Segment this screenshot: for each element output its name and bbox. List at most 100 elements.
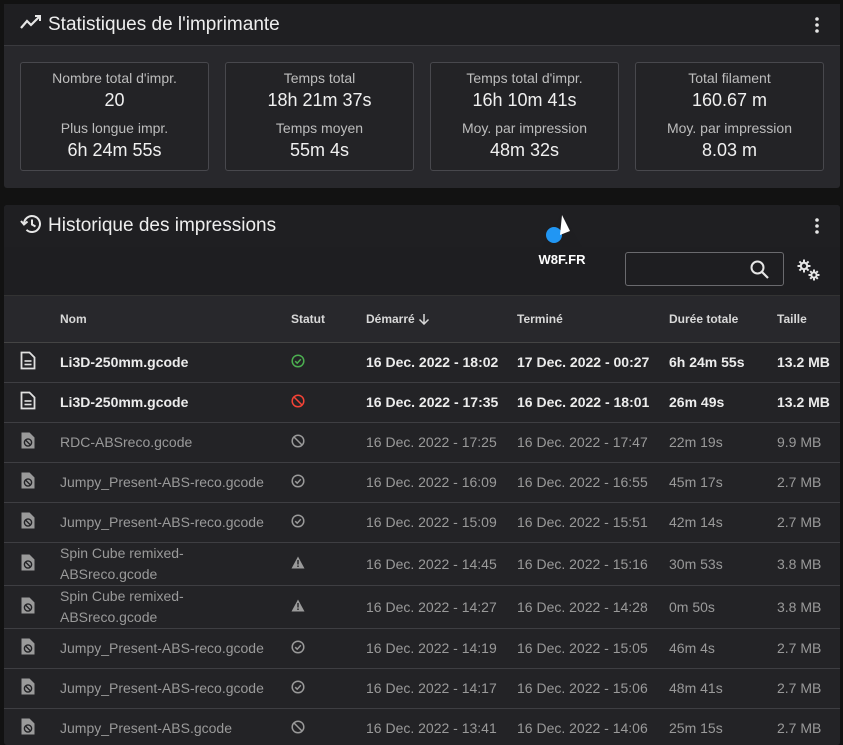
row-duration: 22m 19s [669,422,777,463]
row-started: 16 Dec. 2022 - 14:17 [366,668,517,709]
row-duration: 25m 15s [669,708,777,745]
printer-stats-panel: Statistiques de l'imprimante Nombre tota… [4,4,840,188]
stat-card-total-time: Temps total 18h 21m 37s Temps moyen 55m … [225,62,414,171]
row-size: 2.7 MB [777,462,840,503]
row-size: 3.8 MB [777,542,840,586]
file-cancel-icon [20,597,36,618]
row-started: 16 Dec. 2022 - 17:25 [366,422,517,463]
w8f-logo-icon [542,213,582,247]
check-circle-icon [291,513,305,531]
stat-label: Temps moyen [275,120,364,136]
column-header-size[interactable]: Taille [777,296,840,343]
row-status [291,502,366,543]
history-icon [20,214,42,239]
column-header-status[interactable]: Statut [291,296,366,343]
table-row[interactable]: Jumpy_Present-ABS-reco.gcode 16 Dec. 2022… [4,668,840,709]
column-header-name[interactable]: Nom [60,296,291,343]
table-header-row: Nom Statut Démarré Terminé Durée totale … [4,296,840,343]
row-name: Li3D-250mm.gcode [60,382,291,423]
stat-card-prints: Nombre total d'impr. 20 Plus longue impr… [20,62,209,171]
row-name: Jumpy_Present-ABS-reco.gcode [60,502,291,543]
row-name: Jumpy_Present-ABS-reco.gcode [60,668,291,709]
table-row[interactable]: Jumpy_Present-ABS-reco.gcode 16 Dec. 2022… [4,502,840,543]
row-name: Spin Cube remixed- ABSreco.gcode [60,585,291,629]
stat-value: 55m 4s [289,140,350,160]
stat-label: Nombre total d'impr. [52,70,177,86]
history-search[interactable] [625,252,784,286]
settings-gears-icon[interactable] [796,258,822,287]
stats-menu-icon[interactable] [808,14,826,36]
row-started: 16 Dec. 2022 - 15:09 [366,502,517,543]
file-cancel-icon [20,718,36,739]
row-size: 3.8 MB [777,585,840,629]
table-row[interactable]: Spin Cube remixed- ABSreco.gcode 16 Dec. … [4,542,840,586]
row-file-icon-cell [4,585,60,629]
row-name: Li3D-250mm.gcode [60,342,291,383]
column-header-started[interactable]: Démarré [366,296,517,343]
stat-value: 160.67 m [691,90,768,110]
search-icon[interactable] [750,260,769,284]
table-row[interactable]: Jumpy_Present-ABS.gcode 16 Dec. 2022 - 13… [4,708,840,745]
column-header-ended[interactable]: Terminé [517,296,669,343]
column-header-duration[interactable]: Durée totale [669,296,777,343]
row-duration: 0m 50s [669,585,777,629]
stat-label: Plus longue impr. [60,120,169,136]
row-ended: 16 Dec. 2022 - 15:16 [517,542,669,586]
stat-label: Temps total d'impr. [466,70,583,86]
file-cancel-icon [20,472,36,493]
table-row[interactable]: Li3D-250mm.gcode 16 Dec. 2022 - 18:02 17 D… [4,342,840,383]
row-name: Jumpy_Present-ABS-reco.gcode [60,462,291,503]
row-file-icon-cell [4,502,60,543]
icon-column-header [4,296,60,343]
cancelled-circle-icon [291,433,305,451]
table-row[interactable]: Li3D-250mm.gcode 16 Dec. 2022 - 17:35 16 D… [4,382,840,423]
file-document-icon [20,351,36,373]
table-row[interactable]: Jumpy_Present-ABS-reco.gcode 16 Dec. 2022… [4,628,840,669]
stat-value: 16h 10m 41s [472,90,577,110]
stats-title: Statistiques de l'imprimante [48,13,280,35]
row-ended: 17 Dec. 2022 - 00:27 [517,342,669,383]
row-duration: 30m 53s [669,542,777,586]
row-ended: 16 Dec. 2022 - 15:51 [517,502,669,543]
row-started: 16 Dec. 2022 - 14:45 [366,542,517,586]
file-cancel-icon [20,638,36,659]
history-title: Historique des impressions [48,215,277,236]
row-file-icon-cell [4,342,60,383]
row-size: 13.2 MB [777,342,840,383]
sort-down-arrow-icon [419,313,430,325]
row-size: 2.7 MB [777,502,840,543]
stat-value: 18h 21m 37s [267,90,372,110]
row-file-icon-cell [4,462,60,503]
table-row[interactable]: RDC-ABSreco.gcode 16 Dec. 2022 - 17:25 16 … [4,422,840,463]
check-circle-icon [291,473,305,491]
history-toolbar: W8F.FR [4,213,840,296]
chart-line-icon [20,14,42,35]
search-input[interactable] [634,253,748,285]
row-file-icon-cell [4,628,60,669]
row-started: 16 Dec. 2022 - 18:02 [366,342,517,383]
history-menu-icon[interactable] [808,215,826,237]
stat-label: Total filament [688,70,771,86]
row-size: 2.7 MB [777,628,840,669]
row-started: 16 Dec. 2022 - 13:41 [366,708,517,745]
row-ended: 16 Dec. 2022 - 15:06 [517,668,669,709]
row-size: 9.9 MB [777,422,840,463]
column-header-started-label: Démarré [366,311,415,326]
row-ended: 16 Dec. 2022 - 14:06 [517,708,669,745]
row-size: 13.2 MB [777,382,840,423]
print-history-panel: Historique des impressions W8F.FR Nom St… [4,205,840,745]
table-row[interactable]: Spin Cube remixed- ABSreco.gcode 16 Dec. … [4,585,840,629]
stat-card-filament: Total filament 160.67 m Moy. par impress… [635,62,824,171]
row-duration: 26m 49s [669,382,777,423]
row-duration: 46m 4s [669,628,777,669]
file-cancel-icon [20,432,36,453]
row-started: 16 Dec. 2022 - 14:27 [366,585,517,629]
check-circle-icon [291,679,305,697]
row-status [291,422,366,463]
warning-triangle-icon [291,556,305,572]
stat-value: 6h 24m 55s [67,140,162,160]
row-duration: 6h 24m 55s [669,342,777,383]
row-file-icon-cell [4,422,60,463]
history-rows: Li3D-250mm.gcode 16 Dec. 2022 - 18:02 17 D… [4,342,840,745]
table-row[interactable]: Jumpy_Present-ABS-reco.gcode 16 Dec. 2022… [4,462,840,503]
